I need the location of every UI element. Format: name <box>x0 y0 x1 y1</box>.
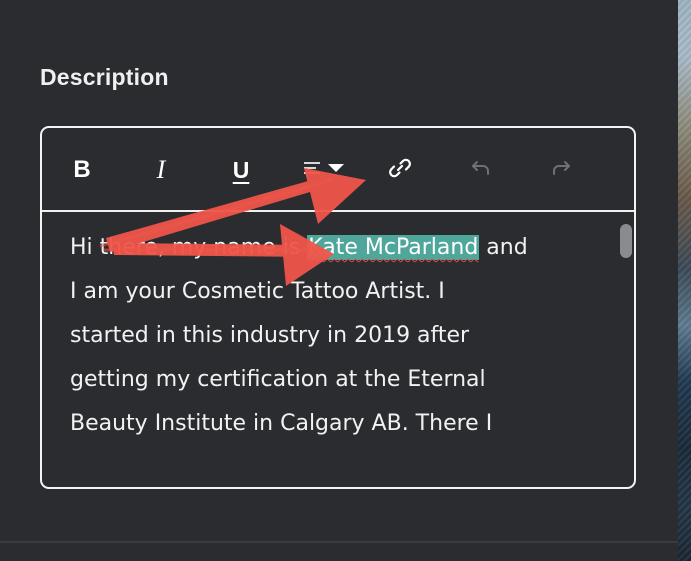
undo-button[interactable] <box>463 152 499 188</box>
list-dropdown-button[interactable] <box>294 152 354 188</box>
undo-icon <box>469 156 493 185</box>
text-after-name: and <box>479 235 528 260</box>
text-line-3: started in this industry in 2019 after <box>70 323 470 348</box>
list-icon <box>303 158 327 183</box>
redo-icon <box>549 156 573 185</box>
rich-text-editor[interactable]: B I U Hi there, my name is Kate McParlan… <box>40 126 636 489</box>
chevron-down-icon <box>327 161 345 179</box>
section-title: Description <box>40 64 169 90</box>
editor-toolbar: B I U <box>42 128 634 212</box>
italic-button[interactable]: I <box>143 152 179 188</box>
text-line-2: I am your Cosmetic Tattoo Artist. I <box>70 279 445 304</box>
editor-content[interactable]: Hi there, my name is Kate McParland and … <box>70 226 610 446</box>
section-divider <box>0 541 678 543</box>
background-photo-edge <box>678 0 691 561</box>
text-line-1: Hi there, my name is Kate McParland and <box>70 226 610 270</box>
text-line-5: Beauty Institute in Calgary AB. There I <box>70 411 493 436</box>
link-button[interactable] <box>382 152 418 188</box>
text-before-name: Hi there, my name is <box>70 235 308 260</box>
redo-button[interactable] <box>543 152 579 188</box>
selected-name[interactable]: Kate McParland <box>307 235 480 260</box>
underline-button[interactable]: U <box>223 152 259 188</box>
editor-scrollbar[interactable] <box>620 224 632 258</box>
text-line-4: getting my certification at the Eternal <box>70 367 486 392</box>
link-icon <box>387 155 413 186</box>
bold-button[interactable]: B <box>64 152 100 188</box>
description-panel: Description B I U Hi there, my name is K… <box>0 0 678 561</box>
